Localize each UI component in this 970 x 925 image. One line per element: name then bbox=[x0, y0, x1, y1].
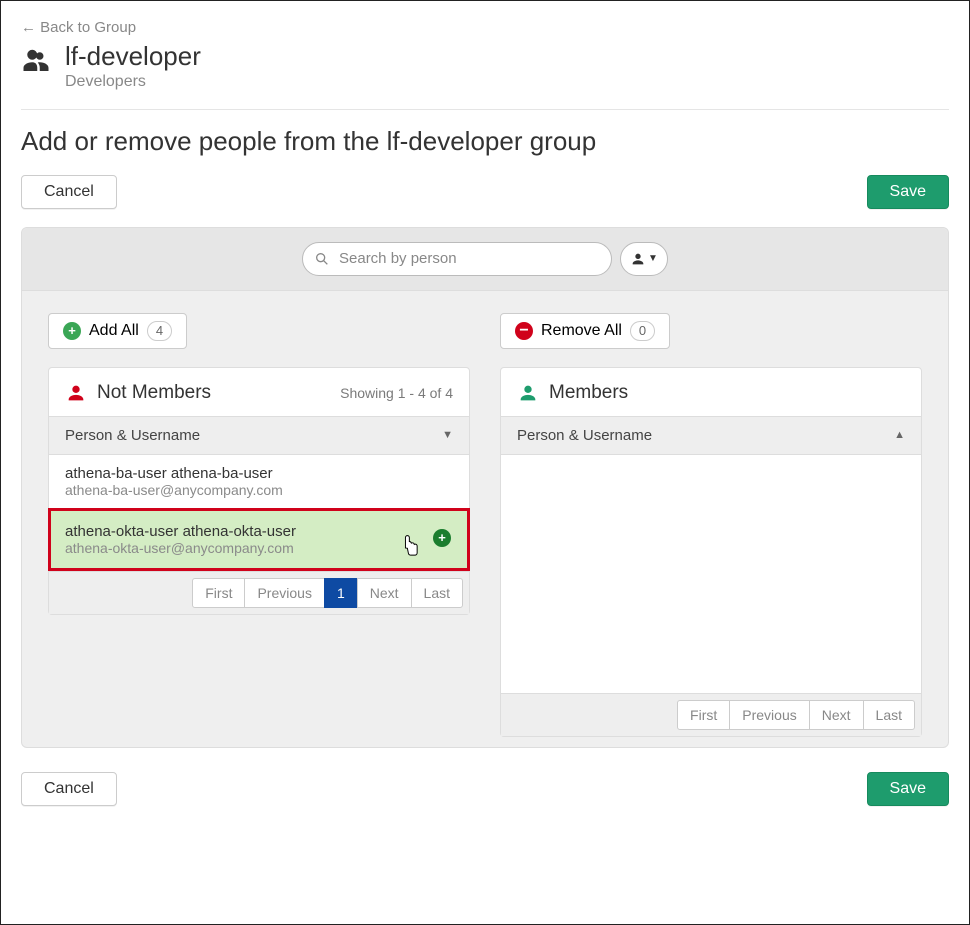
members-column: − Remove All 0 Members Person & Username… bbox=[500, 313, 922, 737]
person-email: athena-okta-user@anycompany.com bbox=[65, 540, 296, 556]
pager-last[interactable]: Last bbox=[863, 700, 915, 730]
remove-all-button[interactable]: − Remove All 0 bbox=[500, 313, 670, 349]
chevron-down-icon: ▼ bbox=[648, 253, 658, 264]
person-email: athena-ba-user@anycompany.com bbox=[65, 482, 283, 498]
members-column-header[interactable]: Person & Username ▲ bbox=[501, 416, 921, 455]
page-title: Add or remove people from the lf-develop… bbox=[21, 126, 949, 157]
person-filter-dropdown[interactable]: ▼ bbox=[620, 242, 668, 276]
pager-next[interactable]: Next bbox=[357, 578, 412, 608]
add-all-label: Add All bbox=[89, 322, 139, 340]
members-empty-body bbox=[501, 455, 921, 693]
cursor-pointer-icon bbox=[399, 535, 421, 561]
plus-circle-icon: + bbox=[63, 322, 81, 340]
person-name: athena-ba-user athena-ba-user bbox=[65, 465, 283, 482]
list-item[interactable]: athena-ba-user athena-ba-user athena-ba-… bbox=[49, 455, 469, 509]
person-icon-red bbox=[65, 382, 87, 404]
list-item-highlighted[interactable]: athena-okta-user athena-okta-user athena… bbox=[48, 508, 470, 571]
not-members-column: + Add All 4 Not Members Showing 1 - 4 of… bbox=[48, 313, 470, 737]
people-icon bbox=[21, 46, 51, 76]
pager-last[interactable]: Last bbox=[411, 578, 463, 608]
pager-first[interactable]: First bbox=[677, 700, 730, 730]
not-members-column-header[interactable]: Person & Username ▼ bbox=[49, 416, 469, 455]
back-to-group-link[interactable]: ← Back to Group bbox=[21, 19, 136, 36]
group-title: lf-developer bbox=[65, 42, 201, 71]
save-button-top[interactable]: Save bbox=[867, 175, 949, 209]
column-label: Person & Username bbox=[517, 427, 652, 444]
add-all-count: 4 bbox=[147, 321, 172, 341]
members-card: Members Person & Username ▲ First Previo… bbox=[500, 367, 922, 737]
remove-all-count: 0 bbox=[630, 321, 655, 341]
search-input[interactable] bbox=[302, 242, 612, 276]
person-icon bbox=[630, 251, 646, 267]
column-label: Person & Username bbox=[65, 427, 200, 444]
pager-first[interactable]: First bbox=[192, 578, 245, 608]
remove-all-label: Remove All bbox=[541, 322, 622, 340]
not-members-showing: Showing 1 - 4 of 4 bbox=[340, 385, 453, 401]
not-members-title: Not Members bbox=[97, 382, 211, 404]
group-header: lf-developer Developers bbox=[21, 42, 949, 91]
search-bar: ▼ bbox=[22, 228, 948, 291]
search-icon bbox=[314, 251, 330, 267]
person-name: athena-okta-user athena-okta-user bbox=[65, 523, 296, 540]
add-all-button[interactable]: + Add All 4 bbox=[48, 313, 187, 349]
add-person-icon[interactable]: + bbox=[433, 529, 451, 547]
pager-page-1[interactable]: 1 bbox=[324, 578, 358, 608]
cancel-button-bottom[interactable]: Cancel bbox=[21, 772, 117, 806]
pager-previous[interactable]: Previous bbox=[729, 700, 809, 730]
minus-circle-icon: − bbox=[515, 322, 533, 340]
save-button-bottom[interactable]: Save bbox=[867, 772, 949, 806]
pager-previous[interactable]: Previous bbox=[244, 578, 324, 608]
not-members-card: Not Members Showing 1 - 4 of 4 Person & … bbox=[48, 367, 470, 615]
not-members-pager: First Previous 1 Next Last bbox=[49, 571, 469, 614]
members-pager: First Previous Next Last bbox=[501, 693, 921, 736]
person-icon-green bbox=[517, 382, 539, 404]
sort-desc-icon: ▼ bbox=[442, 429, 453, 441]
cancel-button-top[interactable]: Cancel bbox=[21, 175, 117, 209]
pager-next[interactable]: Next bbox=[809, 700, 864, 730]
members-title: Members bbox=[549, 382, 628, 404]
sort-asc-icon: ▲ bbox=[894, 429, 905, 441]
group-subtitle: Developers bbox=[65, 73, 201, 91]
transfer-panel: ▼ + Add All 4 Not Members Showing 1 - 4 … bbox=[21, 227, 949, 748]
divider bbox=[21, 109, 949, 110]
